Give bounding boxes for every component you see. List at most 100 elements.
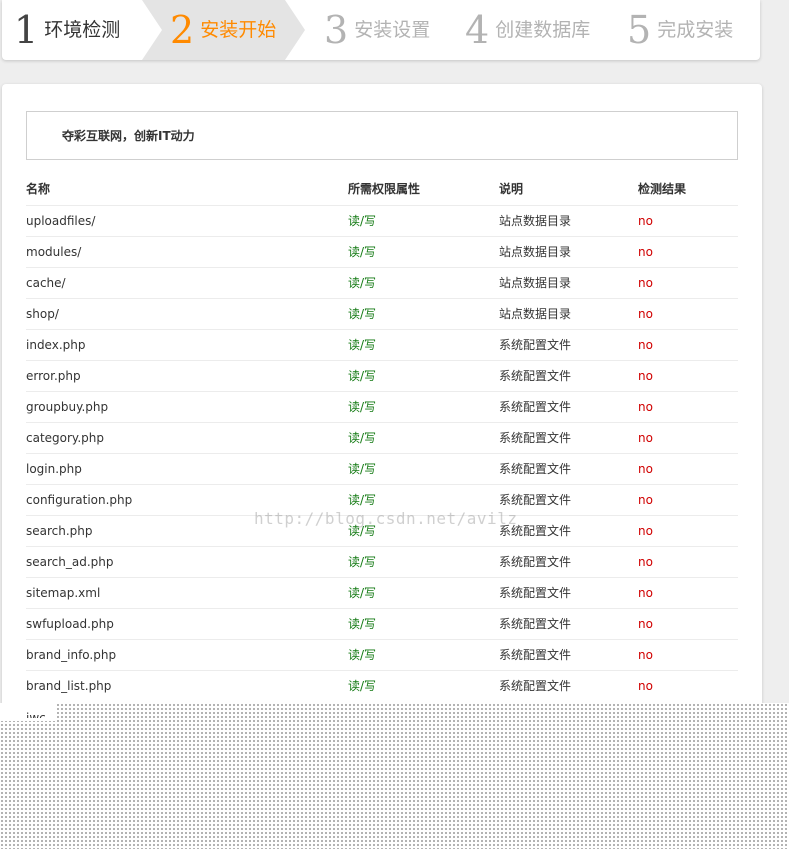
step-1-env-check: 1 环境检测 bbox=[14, 0, 120, 60]
cell-description: 系统配置文件 bbox=[499, 617, 572, 631]
cell-permission: 读/写 bbox=[348, 431, 377, 445]
cell-permission: 读/写 bbox=[348, 338, 377, 352]
cell-name: brand_info.php bbox=[26, 648, 117, 662]
step-number: 2 bbox=[170, 8, 195, 52]
step-label: 创建数据库 bbox=[495, 19, 591, 41]
table-row: search_ad.php 读/写 系统配置文件 no bbox=[26, 546, 738, 578]
header-permission: 所需权限属性 bbox=[348, 182, 421, 196]
cell-result: no bbox=[638, 493, 653, 507]
cell-name: cache/ bbox=[26, 276, 66, 290]
table-row: error.php 读/写 系统配置文件 no bbox=[26, 360, 738, 392]
cell-description: 系统配置文件 bbox=[499, 586, 572, 600]
step-number: 4 bbox=[465, 8, 490, 52]
cell-permission: 读/写 bbox=[348, 214, 377, 228]
step-2-install-start: 2 安装开始 bbox=[170, 0, 276, 60]
cell-result: no bbox=[638, 338, 653, 352]
step-number: 3 bbox=[324, 8, 349, 52]
watermark-text: http://blog.csdn.net/avilz bbox=[254, 509, 518, 528]
table-row: brand_info.php 读/写 系统配置文件 no bbox=[26, 639, 738, 671]
header-name: 名称 bbox=[26, 182, 51, 196]
cell-description: 系统配置文件 bbox=[499, 338, 572, 352]
cell-permission: 读/写 bbox=[348, 462, 377, 476]
cell-result: no bbox=[638, 617, 653, 631]
cell-description: 系统配置文件 bbox=[499, 462, 572, 476]
step-number: 1 bbox=[14, 8, 39, 52]
cell-permission: 读/写 bbox=[348, 245, 377, 259]
cell-permission: 读/写 bbox=[348, 400, 377, 414]
cell-result: no bbox=[638, 431, 653, 445]
permission-check-panel: 夺彩互联网，创新IT动力 名称 所需权限属性 说明 检测结果 uploadfil… bbox=[2, 84, 762, 724]
cell-name: swfupload.php bbox=[26, 617, 114, 631]
step-3-install-settings: 3 安装设置 bbox=[324, 0, 430, 60]
cell-result: no bbox=[638, 555, 653, 569]
cell-result: no bbox=[638, 245, 653, 259]
cell-permission: 读/写 bbox=[348, 369, 377, 383]
cell-result: no bbox=[638, 524, 653, 538]
table-row: uploadfiles/读/写 站点数据目录 no bbox=[26, 205, 738, 237]
cell-name: search_ad.php bbox=[26, 555, 114, 569]
step-4-create-database: 4 创建数据库 bbox=[465, 0, 590, 60]
notice-box: 夺彩互联网，创新IT动力 bbox=[26, 111, 738, 160]
step-label: 环境检测 bbox=[44, 19, 121, 41]
cell-description: 站点数据目录 bbox=[499, 245, 572, 259]
cell-result: no bbox=[638, 214, 653, 228]
cell-result: no bbox=[638, 276, 653, 290]
table-row: login.php 读/写 系统配置文件 no bbox=[26, 453, 738, 485]
cell-description: 系统配置文件 bbox=[499, 648, 572, 662]
cell-permission: 读/写 bbox=[348, 555, 377, 569]
cell-description: 系统配置文件 bbox=[499, 679, 572, 693]
step-label: 安装开始 bbox=[200, 19, 277, 41]
cell-description: 系统配置文件 bbox=[499, 369, 572, 383]
cell-name: sitemap.xml bbox=[26, 586, 101, 600]
step-5-finish-install: 5 完成安装 bbox=[627, 0, 733, 60]
cell-name: modules/ bbox=[26, 245, 82, 259]
cell-name: search.php bbox=[26, 524, 93, 538]
cell-permission: 读/写 bbox=[348, 307, 377, 321]
table-row: sitemap.xml 读/写 系统配置文件 no bbox=[26, 577, 738, 609]
cell-result: no bbox=[638, 586, 653, 600]
notice-text: 夺彩互联网，创新IT动力 bbox=[62, 129, 195, 143]
cell-description: 站点数据目录 bbox=[499, 307, 572, 321]
cell-permission: 读/写 bbox=[348, 617, 377, 631]
cell-name: error.php bbox=[26, 369, 81, 383]
cell-description: 系统配置文件 bbox=[499, 400, 572, 414]
cell-permission: 读/写 bbox=[348, 586, 377, 600]
cell-name: index.php bbox=[26, 338, 86, 352]
table-row: groupbuy.php 读/写 系统配置文件 no bbox=[26, 391, 738, 423]
cell-name: groupbuy.php bbox=[26, 400, 109, 414]
cell-permission: 读/写 bbox=[348, 679, 377, 693]
table-row: index.php 读/写 系统配置文件 no bbox=[26, 329, 738, 361]
cell-name: configuration.php bbox=[26, 493, 133, 507]
cell-result: no bbox=[638, 648, 653, 662]
cell-description: 系统配置文件 bbox=[499, 555, 572, 569]
cell-name: category.php bbox=[26, 431, 104, 445]
table-row: swfupload.php 读/写 系统配置文件 no bbox=[26, 608, 738, 640]
transparent-area bbox=[0, 703, 789, 849]
table-row-partial: jwc bbox=[26, 711, 46, 718]
header-description: 说明 bbox=[499, 182, 524, 196]
table-row: brand_list.php 读/写 系统配置文件 no bbox=[26, 670, 738, 702]
table-row: cache/读/写 站点数据目录 no bbox=[26, 267, 738, 299]
cell-name: shop/ bbox=[26, 307, 59, 321]
cell-name: uploadfiles/ bbox=[26, 214, 96, 228]
cell-name: brand_list.php bbox=[26, 679, 112, 693]
table-header: 名称 所需权限属性 说明 检测结果 bbox=[26, 174, 738, 205]
cell-result: no bbox=[638, 679, 653, 693]
install-steps-bar: 1 环境检测 2 安装开始 3 安装设置 4 创建数据库 5 完成安装 bbox=[2, 0, 760, 60]
table-row: modules/读/写 站点数据目录 no bbox=[26, 236, 738, 268]
cell-result: no bbox=[638, 307, 653, 321]
table-row: shop/读/写 站点数据目录 no bbox=[26, 298, 738, 330]
cell-permission: 读/写 bbox=[348, 648, 377, 662]
header-result: 检测结果 bbox=[638, 182, 687, 196]
table-row: category.php 读/写 系统配置文件 no bbox=[26, 422, 738, 454]
cell-result: no bbox=[638, 462, 653, 476]
cell-result: no bbox=[638, 400, 653, 414]
cell-name: login.php bbox=[26, 462, 82, 476]
cell-description: 站点数据目录 bbox=[499, 214, 572, 228]
cell-permission: 读/写 bbox=[348, 276, 377, 290]
cell-description: 系统配置文件 bbox=[499, 431, 572, 445]
step-label: 完成安装 bbox=[657, 19, 734, 41]
cell-description: 站点数据目录 bbox=[499, 276, 572, 290]
step-number: 5 bbox=[627, 8, 652, 52]
cell-result: no bbox=[638, 369, 653, 383]
